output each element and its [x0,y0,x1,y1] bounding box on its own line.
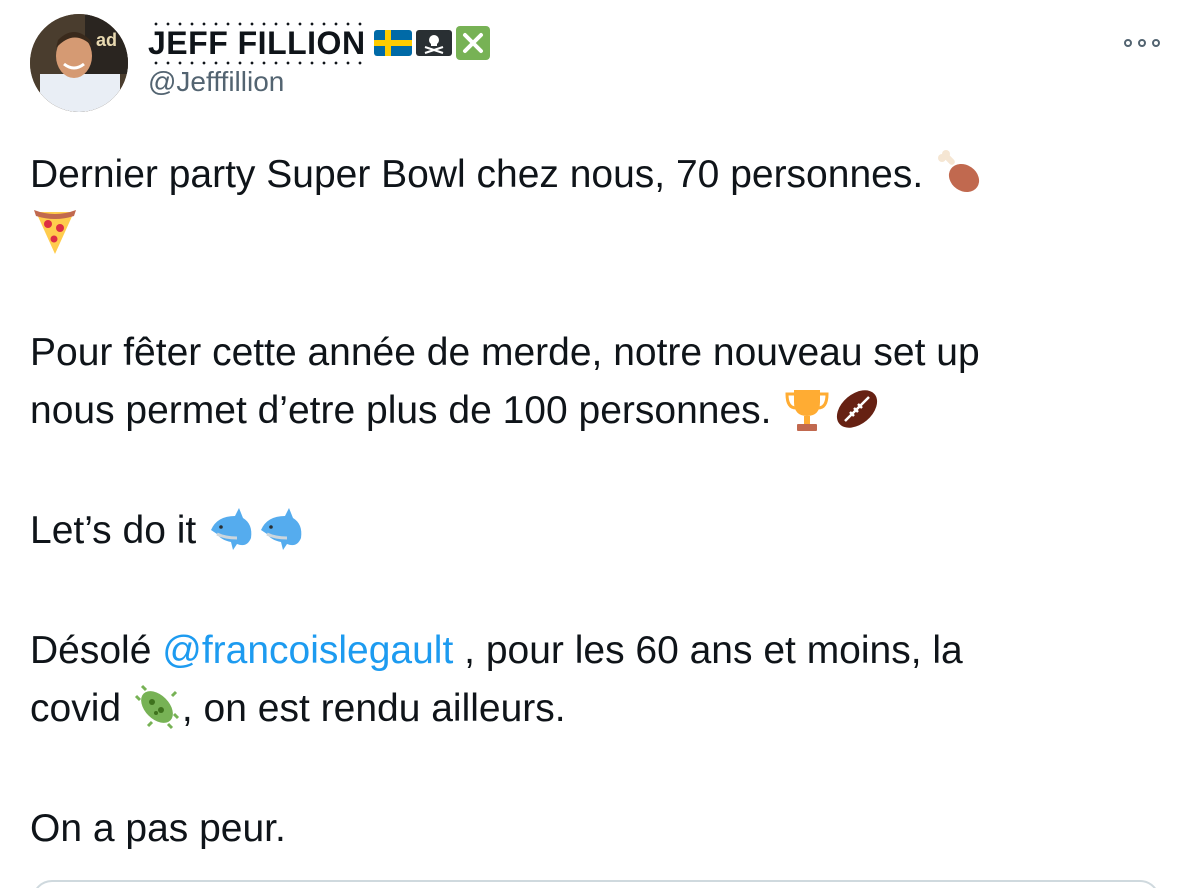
mention-link[interactable]: @francoislegault [162,629,453,672]
paragraph-1: Dernier party Super Bowl chez nous, 70 p… [30,146,1140,262]
quoted-card-edge[interactable] [32,880,1160,888]
display-name[interactable]: JEFF FILLION [148,21,366,66]
paragraph-4: Désolé @francoislegault , pour les 60 an… [30,622,1140,738]
microbe-icon [132,682,182,732]
poultry-leg-icon [934,148,984,198]
text-segment: Pour fêter cette année de merde, notre n… [30,331,980,374]
text-segment: Dernier party Super Bowl chez nous, 70 p… [30,153,924,196]
text-segment: , pour les 60 ans et moins, la [453,629,963,672]
name-row: JEFF FILLION [148,20,490,66]
american-football-icon [832,384,882,434]
more-dot [1138,39,1146,47]
text-segment: On a pas peur. [30,807,286,850]
trophy-icon [782,384,832,434]
text-segment: Let’s do it [30,509,197,552]
text-segment: Désolé [30,629,163,672]
more-icon[interactable] [1124,36,1160,50]
tweet-text: Dernier party Super Bowl chez nous, 70 p… [30,146,1140,858]
dolphin-icon [207,504,257,554]
flag-sweden-icon [373,30,412,56]
author-block: JEFF FILLION @Jefffillion [148,20,490,98]
tweet-card: ad JEFF FILLION @Jefffillion Dernier par… [0,0,1196,888]
dolphin-icon [257,504,307,554]
cross-mark-icon [455,26,490,60]
paragraph-5: On a pas peur. [30,800,1140,858]
svg-text:ad: ad [96,30,117,50]
user-handle[interactable]: @Jefffillion [148,66,490,98]
skull-crossbones-icon [415,30,452,56]
more-dot [1152,39,1160,47]
paragraph-2: Pour fêter cette année de merde, notre n… [30,324,1140,440]
text-segment: covid [30,687,132,730]
text-segment: , on est rendu ailleurs. [181,687,566,730]
pizza-icon [30,206,80,256]
more-dot [1124,39,1132,47]
paragraph-3: Let’s do it [30,502,1140,560]
avatar[interactable]: ad [30,14,128,112]
text-segment: nous permet d’etre plus de 100 personnes… [30,389,772,432]
